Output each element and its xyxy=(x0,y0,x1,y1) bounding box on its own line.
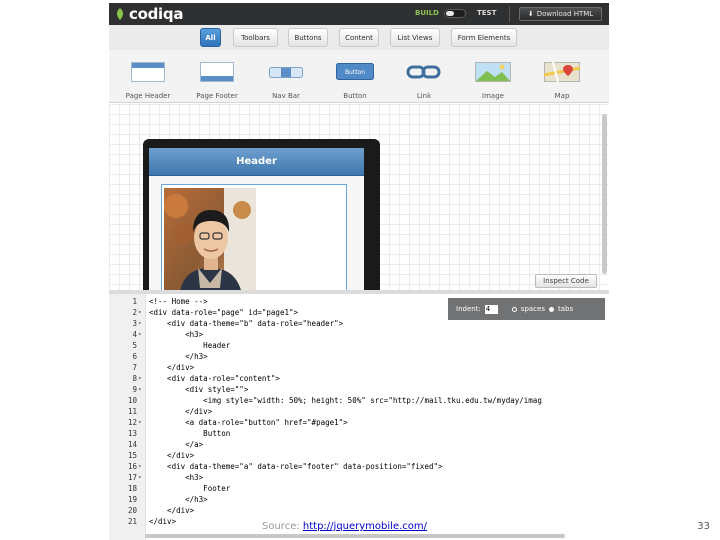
widget-label: Link xyxy=(416,92,432,100)
logo: codiqa xyxy=(115,5,184,23)
codiqa-app: codiqa BUILD TEST ⬇ Download HTML All To… xyxy=(109,3,609,540)
widget-button[interactable]: Button Button xyxy=(320,58,390,102)
code-line[interactable]: 12 ▾ <a data-role="button" href="#page1"> xyxy=(109,417,609,428)
nav-bar-icon xyxy=(269,67,303,78)
person-photo xyxy=(164,188,256,303)
canvas-scrollbar[interactable] xyxy=(602,114,607,274)
code-line[interactable]: 16 ▾ <div data-theme="a" data-role="foote… xyxy=(109,461,609,472)
widget-label: Page Header xyxy=(125,92,171,100)
widget-label: Map xyxy=(554,92,570,100)
filter-content[interactable]: Content xyxy=(339,28,379,47)
filter-all[interactable]: All xyxy=(200,28,221,47)
image-icon xyxy=(475,62,511,82)
code-editor[interactable]: 1 <!-- Home --> 2 ▾ <div data-role="page" i… xyxy=(109,290,609,540)
code-line[interactable]: 14 </a> xyxy=(109,439,609,450)
download-label: Download HTML xyxy=(536,10,594,18)
link-icon xyxy=(406,65,441,79)
code-line[interactable]: 17 ▾ <h3> xyxy=(109,472,609,483)
build-test-toggle[interactable] xyxy=(444,9,466,18)
widget-image[interactable]: Image xyxy=(458,58,528,102)
code-line[interactable]: 9 ▾ <div style=""> xyxy=(109,384,609,395)
code-line[interactable]: 7 </div> xyxy=(109,362,609,373)
source-label: Source: xyxy=(262,521,300,532)
svg-text:Button: Button xyxy=(345,69,365,76)
leaf-icon xyxy=(117,8,123,20)
editor-scrollbar[interactable] xyxy=(145,534,565,538)
code-line[interactable]: 6 </h3> xyxy=(109,351,609,362)
preview-content[interactable] xyxy=(161,184,347,304)
code-line[interactable]: 8 ▾ <div data-role="content"> xyxy=(109,373,609,384)
spaces-label: spaces xyxy=(520,305,545,313)
code-line[interactable]: 15 </div> xyxy=(109,450,609,461)
button-icon: Button xyxy=(336,63,374,80)
filter-toolbars[interactable]: Toolbars xyxy=(233,28,278,47)
code-line[interactable]: 4 ▾ <h3> xyxy=(109,329,609,340)
source-link[interactable]: http://jquerymobile.com/ xyxy=(303,521,427,532)
preview-page-header[interactable]: Header xyxy=(149,148,364,176)
page-number: 33 xyxy=(697,521,710,532)
design-canvas[interactable]: Header Inspect Code xyxy=(109,104,609,304)
widget-map[interactable]: Map xyxy=(527,58,597,102)
device-preview: Header xyxy=(143,139,380,304)
map-icon xyxy=(544,62,580,82)
code-line[interactable]: 13 Button xyxy=(109,428,609,439)
widget-label: Image xyxy=(482,92,504,100)
top-bar: codiqa BUILD TEST ⬇ Download HTML xyxy=(109,3,609,25)
page-header-icon xyxy=(131,62,165,82)
indent-label: Indent: xyxy=(456,305,481,313)
download-icon: ⬇ xyxy=(527,10,534,18)
tabs-radio[interactable] xyxy=(548,306,554,312)
logo-text: codiqa xyxy=(129,5,184,23)
code-line[interactable]: 11 </div> xyxy=(109,406,609,417)
build-mode-label[interactable]: BUILD xyxy=(415,9,439,17)
indent-settings: Indent: 4 spaces tabs xyxy=(448,298,605,320)
filter-list-views[interactable]: List Views xyxy=(390,28,440,47)
code-line[interactable]: 19 </h3> xyxy=(109,494,609,505)
indent-input[interactable]: 4 xyxy=(484,304,498,314)
spaces-radio[interactable] xyxy=(511,306,517,312)
code-line[interactable]: 5 Header xyxy=(109,340,609,351)
page-footer-icon xyxy=(200,62,234,82)
widget-link[interactable]: Link xyxy=(389,58,459,102)
widget-label: Nav Bar xyxy=(272,92,300,100)
filter-form-elements[interactable]: Form Elements xyxy=(451,28,517,47)
widget-page-header[interactable]: Page Header xyxy=(113,58,183,102)
test-mode-label[interactable]: TEST xyxy=(477,9,496,17)
tabs-label: tabs xyxy=(557,305,574,313)
widget-label: Button xyxy=(343,92,367,100)
widget-label: Page Footer xyxy=(196,92,238,100)
filter-bar: All Toolbars Buttons Content List Views … xyxy=(109,25,609,50)
code-line[interactable]: 10 <img style="width: 50%; height: 50%" … xyxy=(109,395,609,406)
widget-nav-bar[interactable]: Nav Bar xyxy=(251,58,321,102)
widget-palette: Page Header Page Footer Nav Bar Button B… xyxy=(109,50,609,103)
filter-buttons[interactable]: Buttons xyxy=(288,28,328,47)
code-line[interactable]: 20 </div> xyxy=(109,505,609,516)
inspect-code-button[interactable]: Inspect Code xyxy=(535,274,597,288)
download-html-button[interactable]: ⬇ Download HTML xyxy=(519,7,602,21)
divider xyxy=(509,6,510,22)
widget-page-footer[interactable]: Page Footer xyxy=(182,58,252,102)
code-line[interactable]: 18 Footer xyxy=(109,483,609,494)
source-credit: Source: http://jquerymobile.com/ xyxy=(262,521,427,532)
device-screen: Header xyxy=(149,148,364,304)
